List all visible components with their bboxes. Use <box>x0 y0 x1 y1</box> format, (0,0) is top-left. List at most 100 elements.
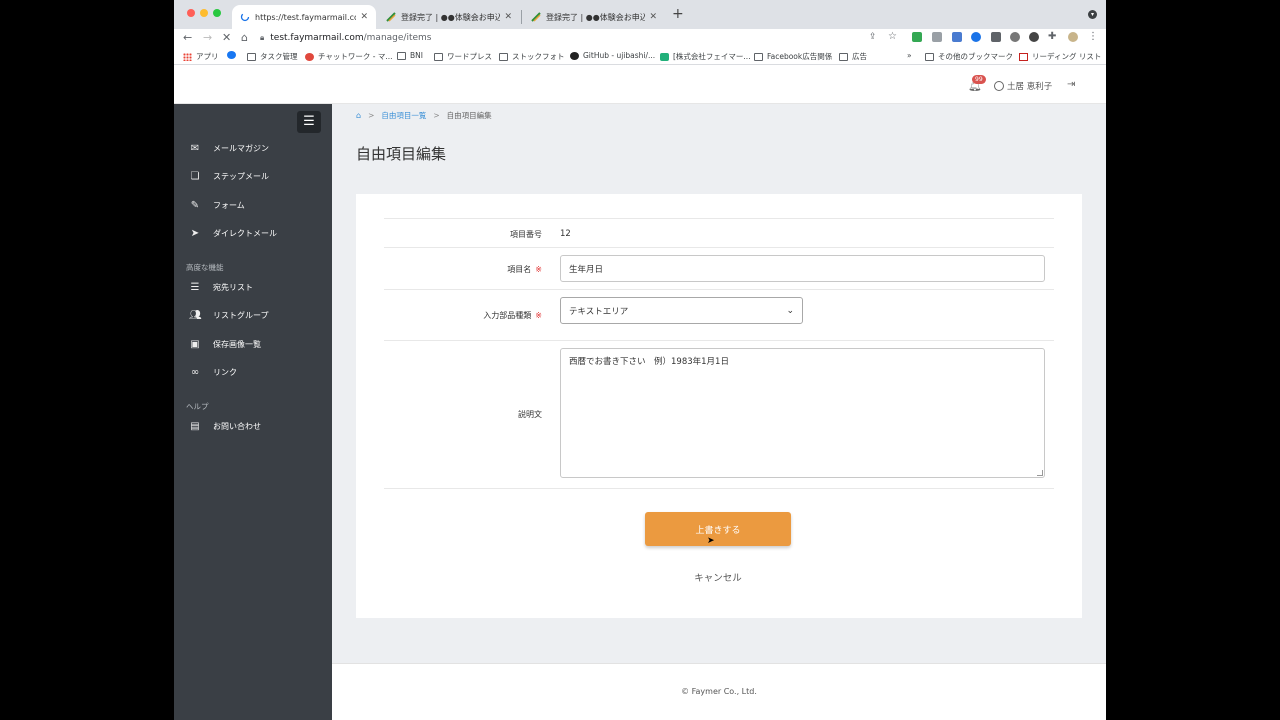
bookmark-facebook[interactable] <box>227 51 240 59</box>
bookmark-label: BNI <box>410 51 423 60</box>
browser-toolbar: ← → ✕ ⌂ 🔒︎ test.faymarmail.com/manage/it… <box>174 29 1106 47</box>
extension-icon[interactable] <box>1029 32 1039 42</box>
notification-badge: 99 <box>972 75 986 84</box>
bookmark-label: [株式会社フェイマー... <box>673 52 751 61</box>
close-tab-icon[interactable]: ✕ <box>356 12 368 22</box>
extension-icon[interactable] <box>952 32 962 42</box>
close-window-button[interactable] <box>187 9 195 17</box>
share-icon[interactable]: ⇪ <box>869 32 877 42</box>
sidebar-item-direct-mail[interactable]: ➤ ダイレクトメール <box>174 222 332 244</box>
minimize-window-button[interactable] <box>200 9 208 17</box>
extension-icon[interactable] <box>971 32 981 42</box>
sidebar-item-label: メールマガジン <box>213 143 269 153</box>
bookmark-folder[interactable]: Facebook広告関係 <box>754 51 832 62</box>
bookmarks-overflow-button[interactable]: » <box>907 51 912 60</box>
bookmark-label: チャットワーク - マ... <box>318 52 393 61</box>
stop-loading-icon[interactable]: ✕ <box>222 31 231 44</box>
input-type-select[interactable]: テキストエリア ⌄ <box>560 297 803 324</box>
bookmark-label: Facebook広告関係 <box>767 52 833 61</box>
bookmark-reading-list[interactable]: リーディング リスト <box>1019 51 1101 62</box>
extension-icon[interactable] <box>1010 32 1020 42</box>
bookmark-other-folder[interactable]: その他のブックマーク <box>925 51 1013 62</box>
item-name-label-text: 項目名 <box>507 265 532 274</box>
menu-toggle-icon[interactable]: ☰ <box>297 111 321 133</box>
item-name-value: 生年月日 <box>569 264 604 275</box>
sidebar-item-label: フォーム <box>213 200 245 210</box>
sidebar-item-list-group[interactable]: 👥︎ リストグループ <box>174 304 332 326</box>
bookmark-label: リーディング リスト <box>1032 52 1102 61</box>
folder-icon <box>754 52 763 61</box>
breadcrumb-parent-link[interactable]: 自由項目一覧 <box>381 110 426 121</box>
bookmark-b-icon <box>660 52 669 61</box>
bookmark-label: » <box>907 51 912 60</box>
browser-menu-icon[interactable]: ⋮ <box>1088 31 1098 42</box>
home-icon[interactable]: ⌂ <box>356 111 361 120</box>
sidebar-item-mail-magazine[interactable]: ✉ メールマガジン <box>174 137 332 159</box>
zoom-window-button[interactable] <box>213 9 221 17</box>
close-tab-icon[interactable]: ✕ <box>500 12 512 22</box>
sidebar-item-form[interactable]: ✎ フォーム <box>174 194 332 216</box>
description-textarea[interactable]: 西暦でお書き下さい 例）1983年1月1日 <box>560 348 1045 478</box>
browser-tab[interactable]: 登録完了 | ●●体験会お申込みフ... ✕ <box>378 5 520 29</box>
user-menu[interactable]: 土居 恵利子 <box>994 80 1052 92</box>
bookmark-apps[interactable]: アプリ <box>183 51 219 62</box>
tab-divider <box>521 10 522 24</box>
extension-icon[interactable] <box>912 32 922 42</box>
form-row-item-name: 項目名 ※ 生年月日 <box>384 247 1054 289</box>
bookmark-label: アプリ <box>196 52 219 61</box>
sidebar-item-contact[interactable]: ▤ お問い合わせ <box>174 415 332 437</box>
sidebar-item-link[interactable]: ∞ リンク <box>174 361 332 383</box>
copyright-text: © Faymer Co., Ltd. <box>681 687 757 696</box>
bookmark-folder[interactable]: ストックフォト <box>499 51 565 62</box>
breadcrumb-separator: > <box>368 111 375 120</box>
overwrite-submit-button[interactable]: 上書きする <box>645 512 791 546</box>
close-tab-icon[interactable]: ✕ <box>645 12 657 22</box>
tab-search-icon[interactable]: ▾ <box>1088 10 1097 19</box>
bookmark-folder[interactable]: 広告 <box>839 51 867 62</box>
form-row-item-number: 項目番号 12 <box>384 218 1054 247</box>
sidebar-item-saved-images[interactable]: ▣ 保存画像一覧 <box>174 333 332 355</box>
site-favicon-icon <box>531 12 541 22</box>
browser-tab[interactable]: 登録完了 | ●●体験会お申込みフ... ✕ <box>523 5 665 29</box>
sidebar-item-recipient-list[interactable]: ☰ 宛先リスト <box>174 276 332 298</box>
folder-icon <box>434 52 443 61</box>
bookmark-folder[interactable]: BNI <box>397 51 423 60</box>
item-name-input[interactable]: 生年月日 <box>560 255 1045 282</box>
item-number-value: 12 <box>560 229 571 239</box>
folder-icon <box>925 52 934 61</box>
extension-icon[interactable] <box>932 32 942 42</box>
bookmark-folder[interactable]: タスク管理 <box>247 51 298 62</box>
paper-plane-icon: ➤ <box>190 227 200 239</box>
required-mark: ※ <box>535 311 542 320</box>
bookmark-star-icon[interactable]: ☆ <box>888 31 897 42</box>
sidebar-item-step-mail[interactable]: ❏ ステップメール <box>174 165 332 187</box>
browser-tab-active[interactable]: https://test.faymarmail.com/m... ✕ <box>232 5 376 29</box>
folder-icon <box>839 52 848 61</box>
extension-icon[interactable] <box>991 32 1001 42</box>
profile-avatar-icon[interactable] <box>1068 32 1078 42</box>
page-footer: © Faymer Co., Ltd. <box>332 663 1106 720</box>
forward-arrow-icon[interactable]: → <box>203 31 212 44</box>
folder-icon <box>397 51 406 60</box>
back-arrow-icon[interactable]: ← <box>183 31 192 44</box>
bookmark-github[interactable]: GitHub - ujibashi/... <box>570 51 655 60</box>
sidebar-item-label: お問い合わせ <box>213 421 261 431</box>
extensions-puzzle-icon[interactable]: ✚ <box>1048 31 1056 42</box>
item-name-label: 項目名 ※ <box>507 264 542 275</box>
list-icon: ☰ <box>190 281 200 293</box>
address-bar[interactable]: 🔒︎ test.faymarmail.com/manage/items <box>260 31 864 45</box>
logout-icon[interactable]: ⇥ <box>1067 79 1075 90</box>
item-number-label: 項目番号 <box>510 230 542 239</box>
tab-title: 登録完了 | ●●体験会お申込みフ... <box>401 12 501 22</box>
bookmark-folder[interactable]: ワードプレス <box>434 51 492 62</box>
bookmark-chatwork[interactable]: チャットワーク - マ... <box>305 51 393 62</box>
home-icon[interactable]: ⌂ <box>241 31 248 44</box>
reading-list-icon <box>1019 52 1028 61</box>
bookmark-faymer[interactable]: [株式会社フェイマー... <box>660 51 751 62</box>
resize-handle-icon[interactable] <box>1037 470 1043 476</box>
cancel-link[interactable]: キャンセル <box>645 570 791 584</box>
site-favicon-icon <box>386 12 396 22</box>
new-tab-button[interactable]: + <box>672 6 684 22</box>
bookmark-label: ストックフォト <box>512 52 565 61</box>
sidebar-item-label: 保存画像一覧 <box>213 339 261 349</box>
